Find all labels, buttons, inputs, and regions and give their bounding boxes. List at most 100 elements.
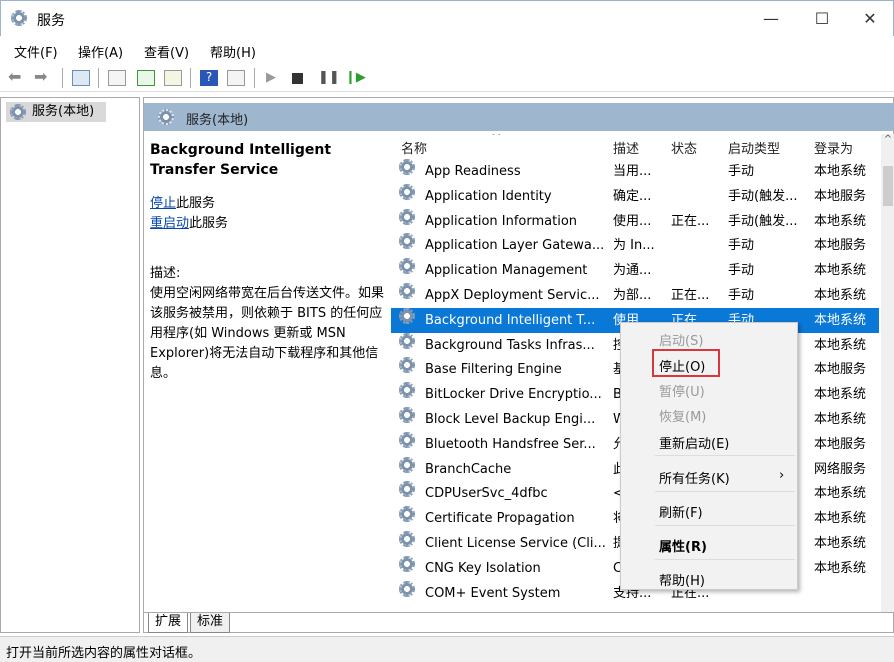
back-icon[interactable]: ⬅ <box>8 67 26 86</box>
services-icon <box>11 10 27 26</box>
service-gear-icon <box>399 159 415 175</box>
menu-file[interactable]: 文件(F) <box>14 42 58 61</box>
cell-logon-as: 本地系统 <box>814 560 867 576</box>
context-menu-item[interactable]: 重新启动(E) <box>659 433 729 452</box>
minimize-button[interactable]: — <box>751 7 791 31</box>
service-gear-icon <box>399 407 415 423</box>
context-menu-item[interactable]: 恢复(M) <box>659 406 706 425</box>
service-gear-icon <box>399 208 415 225</box>
column-header-status[interactable]: 状态 <box>671 138 697 160</box>
submenu-arrow-icon: › <box>779 468 785 483</box>
cell-logon-as: 本地系统 <box>814 263 867 279</box>
context-menu-item[interactable]: 停止(O) <box>659 356 705 375</box>
console-icon[interactable] <box>227 70 245 86</box>
restart-suffix: 此服务 <box>189 216 229 231</box>
column-header-startup-type[interactable]: 启动类型 <box>728 138 780 160</box>
stop-icon[interactable] <box>292 73 303 84</box>
cell-description: 当用... <box>613 164 652 179</box>
service-gear-icon <box>399 555 415 572</box>
play-icon[interactable]: ▶ <box>266 70 284 86</box>
cell-startup-type: 手动 <box>728 238 755 254</box>
status-bar: 打开当前所选内容的属性对话框。 <box>0 636 894 662</box>
cell-name: BitLocker Drive Encryptio... <box>425 387 602 403</box>
context-menu-item[interactable]: 刷新(F) <box>659 502 703 521</box>
cell-logon-as: 网络服务 <box>814 461 867 477</box>
cell-logon-as: 本地服务 <box>814 238 867 254</box>
cell-description: 使用... <box>613 213 652 229</box>
cell-name: CNG Key Isolation <box>425 560 541 576</box>
scrollbar-thumb[interactable] <box>883 166 893 206</box>
forward-icon[interactable]: ➡ <box>34 67 52 86</box>
service-gear-icon <box>399 233 415 250</box>
cell-startup-type: 手动 <box>728 288 755 303</box>
service-row[interactable]: Application Layer Gatewa... 为 In... 手动 本地服务 <box>391 233 879 258</box>
column-header-name[interactable]: 名称 <box>401 138 427 160</box>
export-icon[interactable] <box>164 70 182 86</box>
cell-startup-type: 手动(触发... <box>728 213 798 229</box>
menu-view[interactable]: 查看(V) <box>144 42 189 61</box>
service-row[interactable]: App Readiness 当用... 手动 本地系统 <box>391 159 879 184</box>
menu-action[interactable]: 操作(A) <box>78 42 123 61</box>
context-menu-item[interactable]: 帮助(H) <box>659 570 705 589</box>
cell-logon-as: 本地服务 <box>814 436 867 452</box>
close-button[interactable]: ✕ <box>850 7 890 31</box>
service-gear-icon <box>399 258 415 275</box>
service-row[interactable]: Application Identity 确定... 手动(触发... 本地服务 <box>391 183 879 209</box>
service-gear-icon <box>399 183 415 200</box>
properties-icon[interactable] <box>108 70 126 86</box>
tab-standard[interactable]: 标准 <box>190 613 231 633</box>
help-icon[interactable]: ? <box>200 70 218 86</box>
description-text: 使用空闲网络带宽在后台传送文件。如果该服务被禁用，则依赖于 BITS 的任何应用… <box>150 286 385 381</box>
cell-name: Application Layer Gatewa... <box>425 238 605 254</box>
cell-startup-type: 手动 <box>728 263 755 279</box>
service-gear-icon <box>399 382 415 399</box>
column-header-logon-as[interactable]: 登录为 <box>814 138 853 160</box>
title-bar: 服务 — ☐ ✕ <box>0 0 894 36</box>
context-menu-item[interactable]: 启动(S) <box>659 330 703 349</box>
menu-help[interactable]: 帮助(H) <box>210 42 256 61</box>
cell-status: 正在... <box>671 288 710 303</box>
stop-service-link[interactable]: 停止 <box>150 196 176 211</box>
cell-name: COM+ Event System <box>425 585 561 601</box>
cell-name: BranchCache <box>425 461 512 477</box>
context-menu-item[interactable]: 属性(R) <box>659 536 707 555</box>
cell-name: Block Level Backup Engi... <box>425 412 596 427</box>
restart-service-link[interactable]: 重启动 <box>150 216 189 231</box>
context-menu-item[interactable]: 暂停(U) <box>659 381 705 400</box>
view-tabs: 扩展 标准 <box>144 612 894 634</box>
service-gear-icon <box>399 456 415 473</box>
toolbar: ⬅ ➡ ? ▶ ❚❚ ❙▶ <box>0 64 894 92</box>
service-row[interactable]: Application Information 使用... 正在... 手动(触发..… <box>391 208 879 234</box>
service-gear-icon <box>399 357 415 374</box>
tree-pane: 服务(本地) <box>0 97 140 633</box>
maximize-button[interactable]: ☐ <box>802 7 842 31</box>
menu-separator <box>655 491 795 492</box>
menu-bar: 文件(F) 操作(A) 查看(V) 帮助(H) <box>0 38 894 62</box>
tree-item-services-local[interactable]: 服务(本地) <box>6 102 106 122</box>
refresh-icon[interactable] <box>137 70 155 86</box>
cell-name: Bluetooth Handsfree Ser... <box>425 436 596 452</box>
cell-name: AppX Deployment Servic... <box>425 288 600 303</box>
service-gear-icon <box>399 332 415 349</box>
cell-startup-type: 手动 <box>728 164 755 179</box>
cell-name: Base Filtering Engine <box>425 362 562 378</box>
column-header-description[interactable]: 描述 <box>613 138 639 160</box>
restart-icon[interactable]: ❙▶ <box>345 70 366 86</box>
service-name: Background Intelligent Transfer Service <box>150 142 332 178</box>
service-row[interactable]: AppX Deployment Servic... 为部... 正在... 手动 本地系… <box>391 283 879 308</box>
pause-icon[interactable]: ❚❚ <box>318 70 340 86</box>
cell-logon-as: 本地系统 <box>814 213 867 229</box>
sort-ascending-icon: ^ <box>491 134 502 145</box>
cell-logon-as: 本地系统 <box>814 288 867 303</box>
service-row[interactable]: Application Management 为通... 手动 本地系统 <box>391 258 879 283</box>
menu-separator <box>655 559 795 560</box>
cell-name: Client License Service (Cli... <box>425 536 606 551</box>
panel-title: 服务(本地) <box>186 113 249 128</box>
context-menu-item[interactable]: 所有任务(K) <box>659 468 730 487</box>
panel-header: 服务(本地) <box>144 103 894 131</box>
tab-extended[interactable]: 扩展 <box>148 613 189 633</box>
cell-name: Background Intelligent T... <box>425 312 596 328</box>
cell-logon-as: 本地系统 <box>814 412 867 427</box>
show-tree-icon[interactable] <box>72 70 90 86</box>
service-gear-icon <box>399 481 415 498</box>
